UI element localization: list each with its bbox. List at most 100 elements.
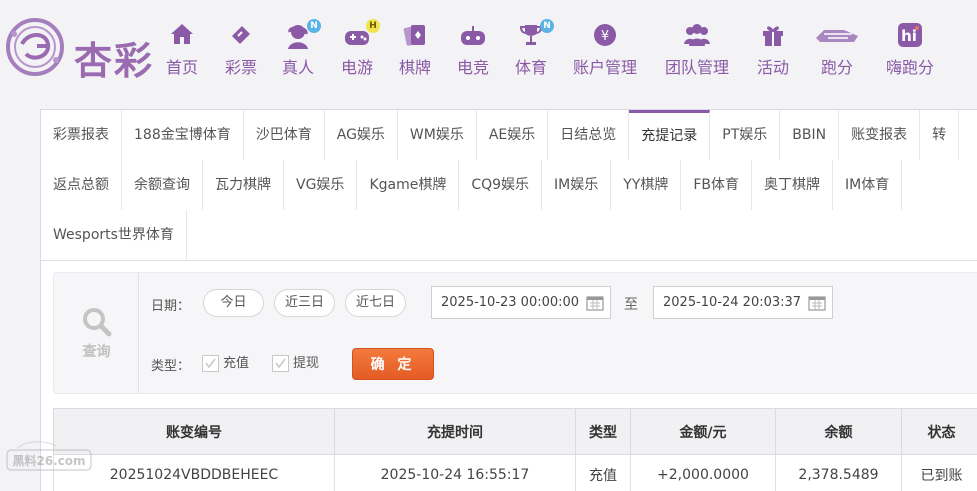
col-status[interactable]: 状态 bbox=[901, 408, 977, 455]
tab-wm[interactable]: WM娱乐 bbox=[397, 110, 477, 160]
col-time[interactable]: 充提时间 bbox=[334, 408, 576, 455]
nav-team[interactable]: 团队管理 bbox=[662, 18, 732, 78]
tab-row-2: 返点总额 余额查询 瓦力棋牌 VG娱乐 Kgame棋牌 CQ9娱乐 IM娱乐 Y… bbox=[41, 160, 903, 210]
tab-ae[interactable]: AE娱乐 bbox=[476, 110, 549, 160]
tab-odin-chess[interactable]: 奥丁棋牌 bbox=[752, 160, 834, 210]
nav-team-label: 团队管理 bbox=[664, 58, 729, 77]
nav-lottery-label: 彩票 bbox=[224, 58, 257, 77]
nav-account[interactable]: ¥ 账户管理 bbox=[570, 18, 640, 78]
watermark-text: 黑料26.com bbox=[12, 453, 85, 468]
deposit-checkbox-label: 充值 bbox=[223, 356, 250, 371]
watermark-logo: 黑料26.com bbox=[6, 438, 92, 472]
gamepad-icon: H bbox=[343, 19, 380, 50]
tab-balance-change-report[interactable]: 账变报表 bbox=[839, 110, 921, 160]
tab-im-sports[interactable]: IM体育 bbox=[833, 160, 903, 210]
tab-wali-chess[interactable]: 瓦力棋牌 bbox=[203, 160, 284, 210]
nav-activity[interactable]: 活动 bbox=[754, 18, 792, 78]
tab-yy-chess[interactable]: YY棋牌 bbox=[611, 160, 682, 210]
tab-vg[interactable]: VG娱乐 bbox=[284, 160, 358, 210]
confirm-button[interactable]: 确 定 bbox=[352, 348, 434, 380]
col-transaction-id[interactable]: 账变编号 bbox=[53, 408, 335, 455]
esports-icon bbox=[459, 22, 487, 50]
tab-bbin[interactable]: BBIN bbox=[780, 110, 840, 160]
nav-chess-cards[interactable]: 棋牌 bbox=[396, 18, 434, 78]
new-badge: N bbox=[307, 19, 321, 33]
cards-icon bbox=[402, 22, 428, 50]
tab-188bet-sports[interactable]: 188金宝博体育 bbox=[122, 110, 244, 160]
nav-home[interactable]: 首页 bbox=[160, 18, 204, 78]
tab-rebate-total[interactable]: 返点总额 bbox=[41, 160, 122, 210]
svg-text:¥: ¥ bbox=[601, 29, 609, 44]
search-icon bbox=[83, 308, 112, 337]
tab-balance-query[interactable]: 余额查询 bbox=[122, 160, 203, 210]
query-label: 查询 bbox=[82, 344, 111, 360]
nav-sports[interactable]: N 体育 bbox=[512, 18, 554, 78]
gift-icon bbox=[760, 22, 786, 50]
nav-chess-cards-label: 棋牌 bbox=[398, 58, 431, 77]
team-icon bbox=[682, 22, 712, 50]
tab-pt[interactable]: PT娱乐 bbox=[710, 110, 781, 160]
tabs-divider bbox=[41, 260, 977, 261]
tab-daily-overview[interactable]: 日结总览 bbox=[548, 110, 630, 160]
date-from-input[interactable]: 2025-10-23 00:00:00 bbox=[431, 286, 611, 319]
nav-live[interactable]: N 真人 bbox=[279, 18, 321, 78]
date-to-input[interactable]: 2025-10-24 20:03:37 bbox=[653, 286, 833, 319]
new-badge: N bbox=[540, 19, 554, 33]
nav-slots[interactable]: H 电游 bbox=[338, 18, 380, 78]
nav-live-label: 真人 bbox=[281, 58, 314, 77]
query-form: 查询 日期： 今日 近三日 近七日 2025-10-23 00:00:00 至 … bbox=[53, 272, 977, 394]
trophy-icon: N bbox=[518, 19, 554, 50]
last-7-days-button[interactable]: 近七日 bbox=[345, 289, 406, 317]
cell-time: 2025-10-24 16:55:17 bbox=[334, 454, 576, 491]
nav-hi-running-label: 嗨跑分 bbox=[885, 58, 934, 77]
brand-logo[interactable]: 杏彩 bbox=[4, 16, 162, 83]
top-header: 杏彩 首页 彩票 N 真人 H 电游 棋牌 电竞 N 体育 ¥ 账户管理 团队管… bbox=[0, 0, 977, 98]
tab-deposit-withdraw-records[interactable]: 充提记录 bbox=[629, 110, 711, 160]
nav-hi-running[interactable]: hi 嗨跑分 bbox=[884, 18, 936, 78]
tab-fb-sports[interactable]: FB体育 bbox=[681, 160, 753, 210]
checkbox-box[interactable] bbox=[202, 355, 219, 372]
account-icon: ¥ bbox=[592, 22, 618, 50]
report-panel: 彩票报表 188金宝博体育 沙巴体育 AG娱乐 WM娱乐 AE娱乐 日结总览 充… bbox=[40, 109, 977, 491]
last-3-days-button[interactable]: 近三日 bbox=[274, 289, 335, 317]
nav-activity-label: 活动 bbox=[756, 58, 789, 77]
nav-lottery[interactable]: 彩票 bbox=[222, 18, 260, 78]
table-row[interactable]: 20251024VBDDBEHEEC 2025-10-24 16:55:17 充… bbox=[53, 454, 977, 491]
withdraw-checkbox[interactable]: 提现 bbox=[272, 352, 319, 372]
calendar-icon[interactable] bbox=[808, 294, 826, 311]
table-header-row: 账变编号 充提时间 类型 金额/元 余额 状态 bbox=[53, 408, 977, 455]
lottery-icon bbox=[228, 22, 254, 50]
col-amount[interactable]: 金额/元 bbox=[630, 408, 776, 455]
live-dealer-icon: N bbox=[284, 19, 321, 50]
cell-amount: +2,000.0000 bbox=[630, 454, 776, 491]
tab-lottery-report[interactable]: 彩票报表 bbox=[41, 110, 122, 160]
nav-account-label: 账户管理 bbox=[572, 58, 637, 77]
to-label: 至 bbox=[624, 297, 638, 313]
cell-status: 已到账 bbox=[901, 454, 977, 491]
records-table: 账变编号 充提时间 类型 金额/元 余额 状态 20251024VBDDBEHE… bbox=[53, 408, 977, 491]
query-side: 查询 bbox=[54, 273, 139, 393]
tab-ag[interactable]: AG娱乐 bbox=[324, 110, 398, 160]
type-label: 类型： bbox=[151, 359, 191, 374]
tab-saba-sports[interactable]: 沙巴体育 bbox=[243, 110, 325, 160]
nav-esports[interactable]: 电竞 bbox=[454, 18, 492, 78]
checkbox-box[interactable] bbox=[272, 355, 289, 372]
svg-text:hi: hi bbox=[901, 27, 917, 45]
tab-row-1: 彩票报表 188金宝博体育 沙巴体育 AG娱乐 WM娱乐 AE娱乐 日结总览 充… bbox=[41, 110, 960, 160]
deposit-checkbox[interactable]: 充值 bbox=[202, 352, 249, 372]
tab-wesports[interactable]: Wesports世界体育 bbox=[41, 210, 187, 260]
col-balance[interactable]: 余额 bbox=[775, 408, 902, 455]
date-to-value: 2025-10-24 20:03:37 bbox=[663, 295, 802, 310]
tab-cq9[interactable]: CQ9娱乐 bbox=[459, 160, 543, 210]
tab-kgame-chess[interactable]: Kgame棋牌 bbox=[357, 160, 460, 210]
date-from-value: 2025-10-23 00:00:00 bbox=[441, 295, 580, 310]
nav-home-label: 首页 bbox=[165, 58, 198, 77]
brand-emblem-icon bbox=[6, 18, 64, 76]
date-label: 日期： bbox=[151, 299, 191, 314]
today-button[interactable]: 今日 bbox=[203, 289, 264, 317]
tab-im-entertainment[interactable]: IM娱乐 bbox=[542, 160, 612, 210]
calendar-icon[interactable] bbox=[586, 294, 604, 311]
tab-transfer[interactable]: 转 bbox=[920, 110, 960, 160]
col-type[interactable]: 类型 bbox=[575, 408, 631, 455]
nav-running-score[interactable]: 跑分 bbox=[810, 18, 864, 78]
